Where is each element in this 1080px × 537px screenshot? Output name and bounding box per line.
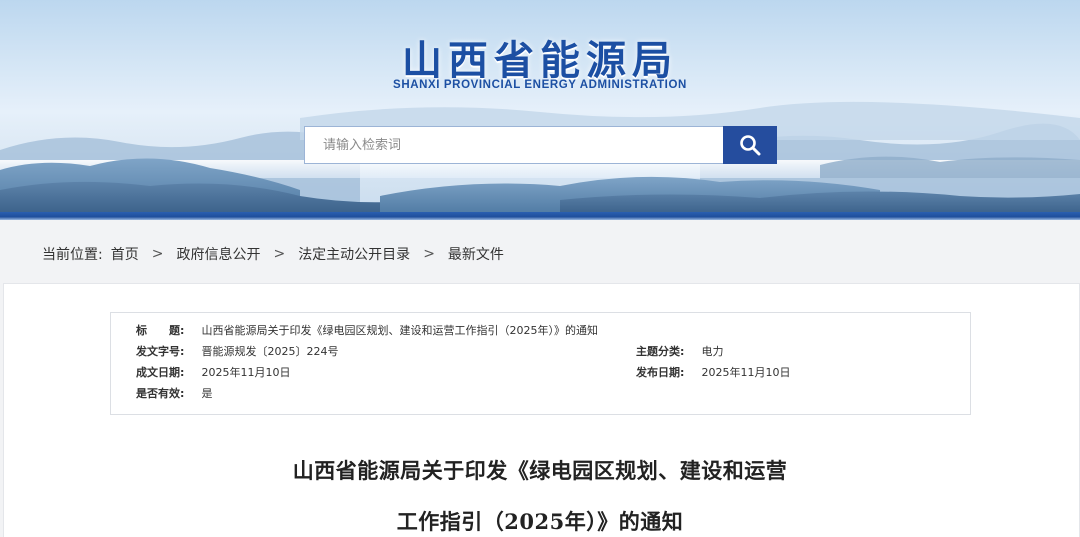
- search-icon: [740, 135, 761, 156]
- meta-title-label: 标 题:: [136, 324, 185, 337]
- meta-valid-label: 是否有效:: [136, 387, 185, 400]
- breadcrumb-separator: >: [151, 246, 164, 262]
- breadcrumb-separator: >: [273, 246, 286, 262]
- breadcrumb-latest[interactable]: 最新文件: [448, 244, 504, 264]
- search-input[interactable]: [304, 126, 723, 164]
- document-title-line-1: 山西省能源局关于印发《绿电园区规划、建设和运营: [292, 458, 788, 483]
- site-logo-subtitle: SHANXI PROVINCIAL ENERGY ADMINISTRATION: [393, 79, 687, 91]
- meta-row-doc-no: 发文字号: 晋能源规发〔2025〕224号: [136, 344, 339, 360]
- meta-created-value: 2025年11月10日: [201, 366, 291, 379]
- meta-category-value: 电力: [701, 345, 724, 358]
- breadcrumb-home[interactable]: 首页: [111, 244, 139, 264]
- meta-row-published: 发布日期: 2025年11月10日: [636, 365, 791, 381]
- meta-published-value: 2025年11月10日: [701, 366, 791, 379]
- meta-title-value: 山西省能源局关于印发《绿电园区规划、建设和运营工作指引（2025年）》的通知: [201, 324, 599, 337]
- breadcrumb-prefix: 当前位置:: [42, 247, 103, 263]
- breadcrumb: 当前位置: 首页 > 政府信息公开 > 法定主动公开目录 > 最新文件: [42, 244, 504, 264]
- search-button[interactable]: [723, 126, 777, 164]
- meta-row-created: 成文日期: 2025年11月10日: [136, 365, 291, 381]
- meta-doc-no-value: 晋能源规发〔2025〕224号: [201, 345, 339, 358]
- breadcrumb-catalog[interactable]: 法定主动公开目录: [298, 244, 410, 264]
- meta-row-title: 标 题: 山西省能源局关于印发《绿电园区规划、建设和运营工作指引（2025年）》…: [136, 323, 598, 339]
- meta-row-valid: 是否有效: 是: [136, 386, 213, 402]
- meta-valid-value: 是: [201, 387, 213, 400]
- meta-doc-no-label: 发文字号:: [136, 345, 185, 358]
- breadcrumb-gov-info[interactable]: 政府信息公开: [176, 244, 260, 264]
- search-bar: [304, 126, 777, 164]
- site-logo-title: 山西省能源局: [402, 38, 678, 84]
- document-title-line-2: 工作指引（2025年）》的通知: [396, 509, 684, 534]
- meta-category-label: 主题分类:: [636, 345, 685, 358]
- meta-created-label: 成文日期:: [136, 366, 185, 379]
- meta-row-category: 主题分类: 电力: [636, 344, 724, 360]
- site-header: 山西省能源局 SHANXI PROVINCIAL ENERGY ADMINIST…: [0, 0, 1080, 215]
- meta-published-label: 发布日期:: [636, 366, 685, 379]
- header-divider: [0, 212, 1080, 220]
- breadcrumb-separator: >: [423, 246, 435, 262]
- document-meta-box: 标 题: 山西省能源局关于印发《绿电园区规划、建设和运营工作指引（2025年）》…: [110, 312, 971, 415]
